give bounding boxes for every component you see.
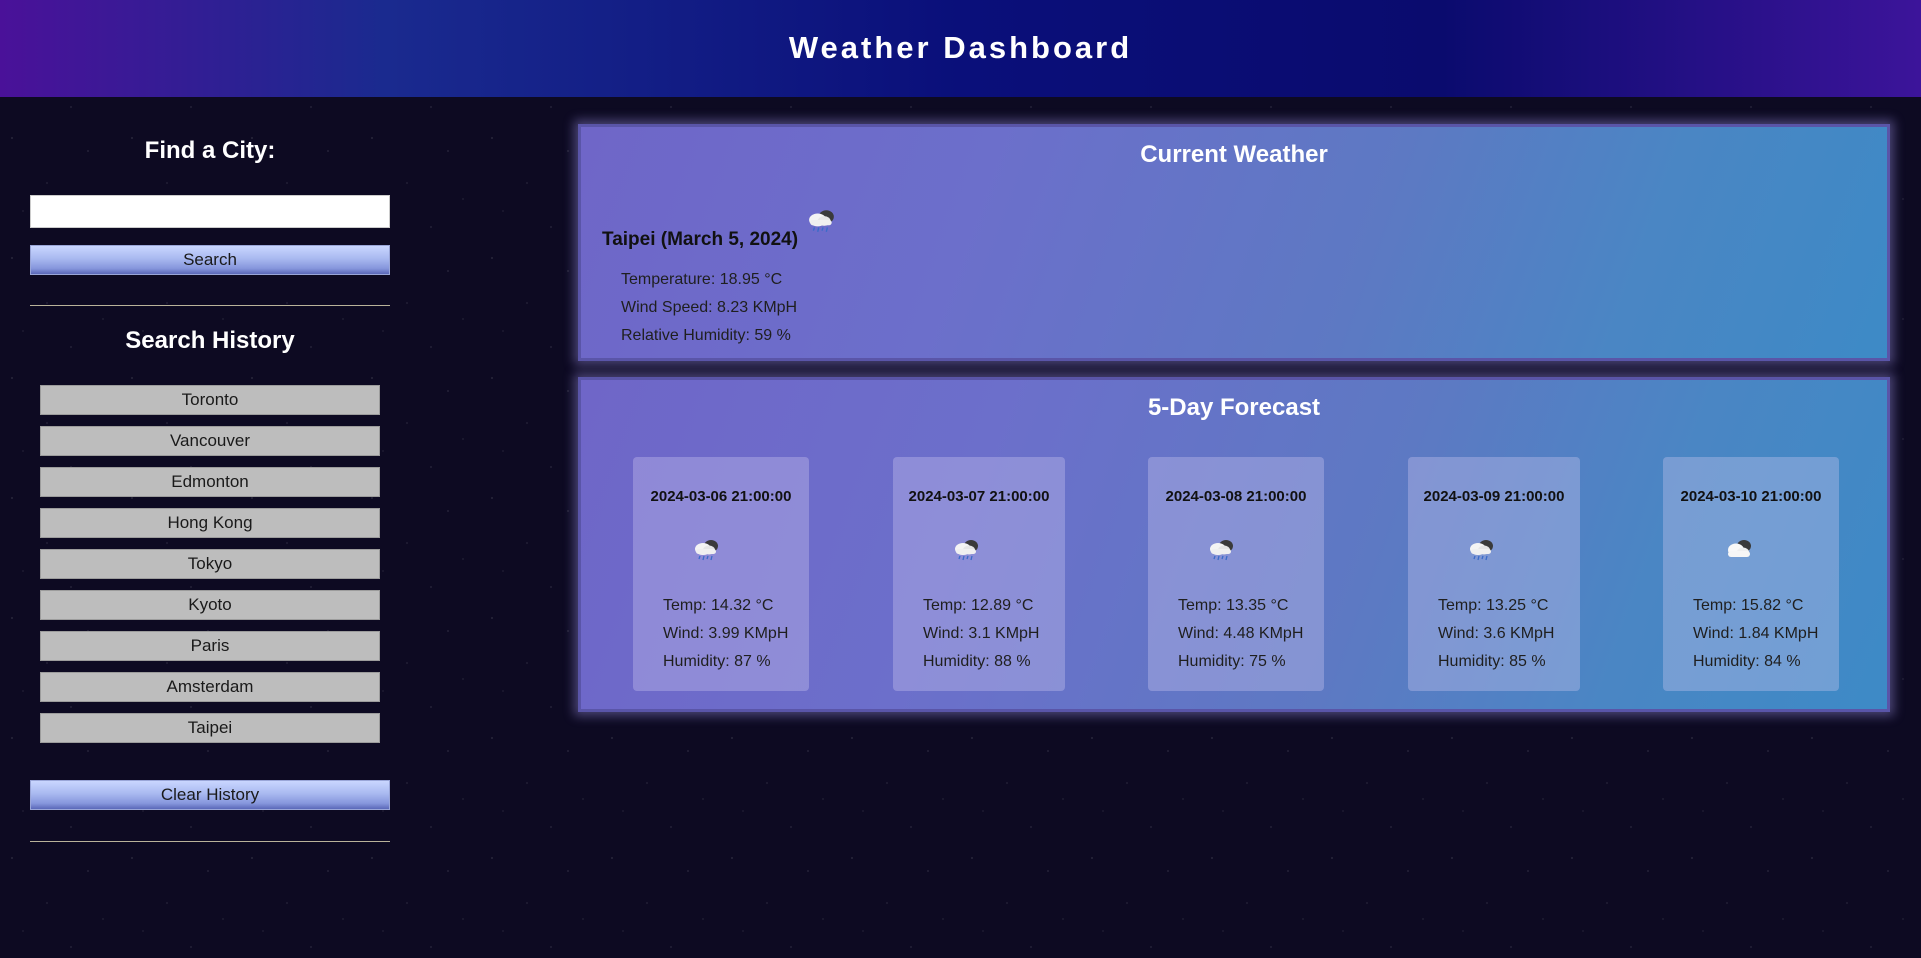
history-item-edmonton[interactable]: Edmonton [40,467,380,497]
forecast-heading: 5-Day Forecast [1147,394,1321,421]
forecast-card: 2024-03-07 21:00:00 Temp: 12.89 °C Wind:… [893,457,1065,691]
forecast-date: 2024-03-08 21:00:00 [1165,488,1307,505]
clear-history-button[interactable]: Clear History [30,780,390,810]
forecast-card: 2024-03-08 21:00:00 Temp: 13.35 °C Wind:… [1148,457,1324,691]
sidebar-divider [30,841,390,842]
forecast-humidity: Humidity: 84 % [1693,653,1801,670]
forecast-card: 2024-03-09 21:00:00 Temp: 13.25 °C Wind:… [1408,457,1580,691]
rain-cloud-icon [805,207,839,235]
forecast-wind: Wind: 1.84 KMpH [1693,625,1819,642]
forecast-humidity: Humidity: 85 % [1438,653,1546,670]
forecast-date: 2024-03-06 21:00:00 [650,488,792,505]
rain-cloud-icon [952,537,982,563]
forecast-card: 2024-03-06 21:00:00 Temp: 14.32 °C Wind:… [633,457,809,691]
forecast-temp: Temp: 14.32 °C [663,597,774,614]
search-history-heading: Search History [125,327,295,354]
history-item-paris[interactable]: Paris [40,631,380,661]
forecast-humidity: Humidity: 88 % [923,653,1031,670]
forecast-temp: Temp: 13.25 °C [1438,597,1549,614]
current-city-date: Taipei (March 5, 2024) [602,229,799,250]
forecast-wind: Wind: 3.6 KMpH [1438,625,1555,642]
forecast-panel: 5-Day Forecast 2024-03-06 21:00:00 Temp:… [578,377,1890,712]
forecast-temp: Temp: 15.82 °C [1693,597,1804,614]
forecast-humidity: Humidity: 87 % [663,653,771,670]
rain-cloud-icon [1207,537,1237,563]
current-wind-speed: Wind Speed: 8.23 KMpH [621,299,798,316]
sidebar-divider [30,305,390,306]
page-title: Weather Dashboard [788,29,1133,65]
history-item-kyoto[interactable]: Kyoto [40,590,380,620]
rain-cloud-icon [1467,537,1497,563]
current-weather-heading: Current Weather [1140,141,1328,168]
page-header: Weather Dashboard [0,0,1921,97]
history-item-tokyo[interactable]: Tokyo [40,549,380,579]
search-button[interactable]: Search [30,245,390,275]
current-weather-panel: Current Weather Taipei (March 5, 2024) T… [578,124,1890,361]
forecast-wind: Wind: 3.1 KMpH [923,625,1040,642]
history-item-hong-kong[interactable]: Hong Kong [40,508,380,538]
forecast-temp: Temp: 12.89 °C [923,597,1034,614]
city-search-input[interactable] [30,195,390,228]
forecast-wind: Wind: 4.48 KMpH [1178,625,1304,642]
forecast-date: 2024-03-09 21:00:00 [1423,488,1565,505]
current-humidity: Relative Humidity: 59 % [621,327,791,344]
current-temperature: Temperature: 18.95 °C [621,271,783,288]
history-item-vancouver[interactable]: Vancouver [40,426,380,456]
rain-cloud-icon [692,537,722,563]
history-item-toronto[interactable]: Toronto [40,385,380,415]
cloudy-icon [1721,537,1757,563]
forecast-date: 2024-03-10 21:00:00 [1680,488,1822,505]
forecast-card: 2024-03-10 21:00:00 Temp: 15.82 °C Wind:… [1663,457,1839,691]
history-item-taipei[interactable]: Taipei [40,713,380,743]
find-city-heading: Find a City: [144,137,276,164]
forecast-wind: Wind: 3.99 KMpH [663,625,789,642]
search-history-list: Toronto Vancouver Edmonton Hong Kong Tok… [40,385,380,754]
forecast-temp: Temp: 13.35 °C [1178,597,1289,614]
forecast-humidity: Humidity: 75 % [1178,653,1286,670]
forecast-date: 2024-03-07 21:00:00 [908,488,1050,505]
history-item-amsterdam[interactable]: Amsterdam [40,672,380,702]
